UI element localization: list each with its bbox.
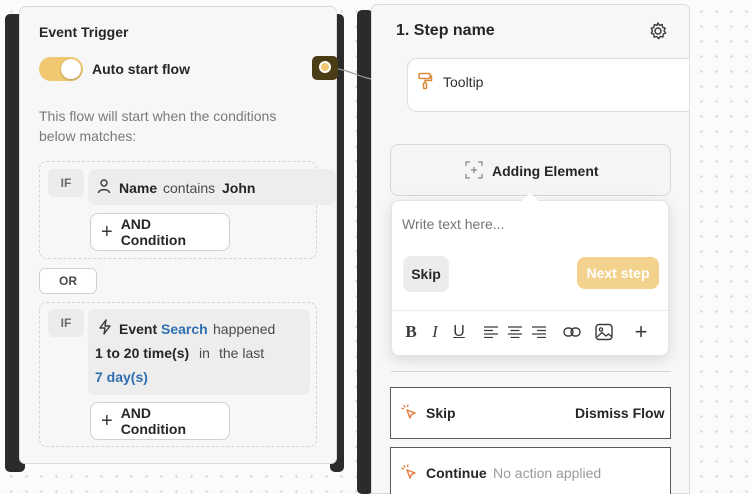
click-icon: [401, 404, 417, 425]
if-badge-1: IF: [48, 169, 84, 197]
plus-icon: +: [101, 221, 113, 243]
condition-operator: contains: [163, 180, 216, 196]
event-name[interactable]: Search: [161, 321, 208, 337]
event-in: in: [199, 345, 210, 361]
next-step-label: Next step: [586, 265, 650, 281]
tooltip-label: Tooltip: [443, 74, 484, 90]
event-verb: happened: [213, 321, 276, 337]
action-value-skip[interactable]: Dismiss Flow: [575, 405, 664, 421]
connector-dot-out[interactable]: [319, 61, 331, 73]
image-icon[interactable]: [594, 322, 614, 342]
adding-element-label: Adding Element: [492, 163, 599, 179]
lightning-icon: [97, 319, 113, 340]
action-value-continue[interactable]: No action applied: [493, 465, 601, 481]
skip-label: Skip: [411, 266, 441, 282]
editor-text-input[interactable]: [402, 214, 652, 234]
event-period[interactable]: 7 day(s): [95, 369, 148, 385]
condition-field: Name: [119, 180, 158, 196]
condition-value: John: [222, 180, 256, 196]
gear-icon[interactable]: [648, 21, 668, 46]
trigger-description: This flow will start when the conditions…: [39, 108, 277, 144]
and-condition-label: AND Condition: [120, 216, 186, 248]
plus-icon: +: [101, 410, 113, 432]
user-icon: [96, 178, 112, 199]
select-element-icon: [465, 161, 483, 184]
italic-icon[interactable]: I: [425, 322, 445, 342]
auto-start-toggle[interactable]: [39, 57, 83, 81]
step-title[interactable]: 1. Step name: [396, 22, 495, 40]
event-range[interactable]: 1 to 20 time(s): [95, 345, 189, 361]
event-the-last: the last: [219, 345, 265, 361]
underline-icon[interactable]: U: [449, 322, 469, 342]
align-right-icon[interactable]: [529, 322, 549, 342]
add-icon[interactable]: +: [631, 319, 651, 344]
paint-roller-icon: [417, 72, 433, 95]
link-icon[interactable]: [562, 322, 582, 342]
auto-start-label: Auto start flow: [92, 61, 190, 77]
and-condition-button-1[interactable]: + AND Condition: [90, 213, 230, 251]
align-center-icon[interactable]: [505, 322, 525, 342]
toggle-knob: [61, 59, 81, 79]
editor-toolbar-divider: [392, 310, 668, 311]
event-prefix: Event: [119, 321, 158, 337]
align-left-icon[interactable]: [481, 322, 501, 342]
and-condition-label: AND Condition: [120, 405, 186, 437]
action-label-skip: Skip: [426, 405, 456, 421]
bold-icon[interactable]: B: [401, 322, 421, 342]
skip-button[interactable]: Skip: [403, 256, 449, 292]
next-step-button[interactable]: Next step: [577, 257, 659, 289]
if-badge-2: IF: [48, 309, 84, 337]
or-separator[interactable]: OR: [39, 268, 97, 294]
popover-arrow: [520, 193, 540, 202]
trigger-panel-title: Event Trigger: [39, 24, 129, 40]
action-label-continue: Continue: [426, 465, 487, 481]
and-condition-button-2[interactable]: + AND Condition: [90, 402, 230, 440]
click-icon: [401, 464, 417, 485]
section-divider: [391, 371, 671, 372]
